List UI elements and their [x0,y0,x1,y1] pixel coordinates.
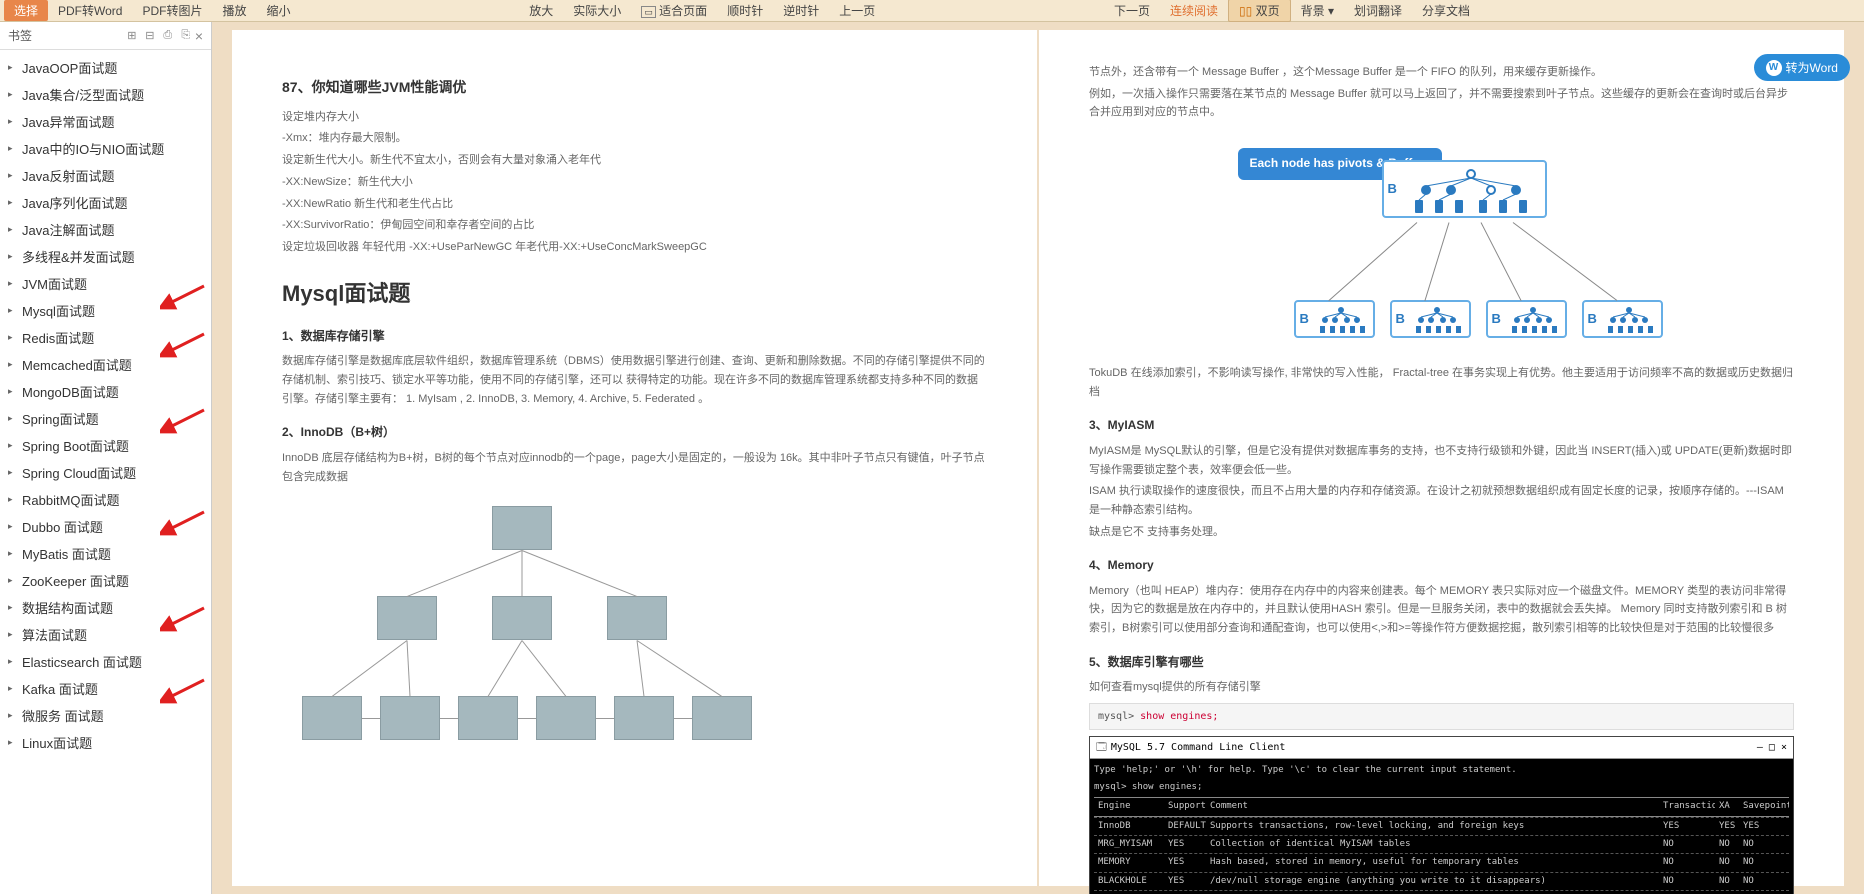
bookmark-item[interactable]: ▸Redis面试题 [0,324,211,351]
bookmark-item[interactable]: ▸微服务 面试题 [0,702,211,729]
tb-cw[interactable]: 顺时针 [717,0,773,21]
term-cmd: mysql> show engines; [1094,780,1789,795]
bookmark-item[interactable]: ▸Spring Cloud面试题 [0,459,211,486]
bookmark-item[interactable]: ▸Java注解面试题 [0,216,211,243]
tb-shrink[interactable]: 缩小 [257,0,301,21]
q3-p2: ISAM 执行读取操作的速度很快，而且不占用大量的内存和存储资源。在设计之初就预… [1089,482,1794,519]
bookmark-item[interactable]: ▸Java中的IO与NIO面试题 [0,135,211,162]
heading-mysql: Mysql面试题 [282,275,987,312]
bookmark-item[interactable]: ▸ZooKeeper 面试题 [0,567,211,594]
tb-ccw[interactable]: 逆时针 [773,0,829,21]
sidebar-header: 书签 ⊞ ⊟ ⎙ ⎘ × [0,22,211,50]
jvm-line: -XX:NewSize：新生代大小 [282,173,987,192]
close-icon[interactable]: × [195,28,203,44]
bookmark-item[interactable]: ▸Linux面试题 [0,729,211,756]
jvm-line: 设定新生代大小。新生代不宜太小，否则会有大量对象涌入老年代 [282,151,987,170]
tb-actual[interactable]: 实际大小 [563,0,631,21]
q4-text: Memory（也叫 HEAP）堆内存：使用存在内存中的内容来创建表。每个 MEM… [1089,582,1794,638]
terminal: 🗔 MySQL 5.7 Command Line Client— □ × Typ… [1089,736,1794,894]
jvm-line: -XX:NewRatio 新生代和老生代占比 [282,195,987,214]
bookmark-item[interactable]: ▸Java反射面试题 [0,162,211,189]
tb-enlarge[interactable]: 放大 [519,0,563,21]
convert-word-button[interactable]: 转为Word [1754,54,1850,81]
bookmark-item[interactable]: ▸Kafka 面试题 [0,675,211,702]
sidebar: 书签 ⊞ ⊟ ⎙ ⎘ × ▸JavaOOP面试题▸Java集合/泛型面试题▸Ja… [0,22,212,894]
bookmark-item[interactable]: ▸JavaOOP面试题 [0,54,211,81]
bookmark-item[interactable]: ▸RabbitMQ面试题 [0,486,211,513]
q2-text: InnoDB 底层存储结构为B+树，B树的每个节点对应innodb的一个page… [282,449,987,486]
toku-text: TokuDB 在线添加索引，不影响读写操作, 非常快的写入性能， Fractal… [1089,364,1794,401]
q1-title: 1、数据库存储引擎 [282,326,987,346]
q5-title: 5、数据库引擎有哪些 [1089,652,1794,672]
q2-title: 2、InnoDB（B+树） [282,422,987,442]
page-right: 节点外，还含带有一个 Message Buffer ，这个Message Buf… [1039,30,1844,886]
sidebar-title: 书签 [8,27,123,44]
q5-sub: 如何查看mysql提供的所有存储引擎 [1089,678,1794,697]
q1-text: 数据库存储引擎是数据库底层软件组织，数据库管理系统（DBMS）使用数据引擎进行创… [282,352,987,408]
bookmark-add-icon[interactable]: ⎙ [159,29,177,42]
jvm-line: -Xmx：堆内存最大限制。 [282,129,987,148]
btree-diagram [282,506,987,746]
tb-prev[interactable]: 上一页 [829,0,885,21]
bookmark-opt-icon[interactable]: ⎘ [177,29,195,42]
bookmark-item[interactable]: ▸Spring Boot面试题 [0,432,211,459]
page-left: 87、你知道哪些JVM性能调优 设定堆内存大小 -Xmx：堆内存最大限制。设定新生… [232,30,1037,886]
tb-contread[interactable]: 连续阅读 [1160,0,1228,21]
tb-dict[interactable]: 划词翻译 [1344,0,1412,21]
p2-top2: 例如，一次插入操作只需要落在某节点的 Message Buffer 就可以马上返… [1089,85,1794,122]
bookmark-item[interactable]: ▸数据结构面试题 [0,594,211,621]
bookmark-item[interactable]: ▸算法面试题 [0,621,211,648]
bookmark-item[interactable]: ▸JVM面试题 [0,270,211,297]
bookmark-item[interactable]: ▸Dubbo 面试题 [0,513,211,540]
jvm-line: 设定堆内存大小 [282,108,987,127]
pages-area: 转为Word 87、你知道哪些JVM性能调优 设定堆内存大小 -Xmx：堆内存最大… [212,22,1864,894]
bookmark-item[interactable]: ▸Mysql面试题 [0,297,211,324]
tb-next[interactable]: 下一页 [1104,0,1160,21]
q4-title: 4、Memory [1089,555,1794,575]
bookmark-item[interactable]: ▸MongoDB面试题 [0,378,211,405]
expand-all-icon[interactable]: ⊟ [141,29,159,42]
bookmark-item[interactable]: ▸Java集合/泛型面试题 [0,81,211,108]
q3-p1: MyIASM是 MySQL默认的引擎，但是它没有提供对数据库事务的支持，也不支持… [1089,442,1794,479]
bookmark-item[interactable]: ▸MyBatis 面试题 [0,540,211,567]
bookmark-item[interactable]: ▸Java序列化面试题 [0,189,211,216]
q3-title: 3、MyIASM [1089,415,1794,435]
jvm-line: 设定垃圾回收器 年轻代用 -XX:+UseParNewGC 年老代用-XX:+U… [282,238,987,257]
bookmark-item[interactable]: ▸多线程&并发面试题 [0,243,211,270]
term-help: Type 'help;' or '\h' for help. Type '\c'… [1094,763,1789,778]
collapse-all-icon[interactable]: ⊞ [123,29,141,42]
mysql-cmd: mysql> show engines; [1089,703,1794,730]
tb-fitpage[interactable]: ▭ 适合页面 [631,0,717,21]
bookmarks-list: ▸JavaOOP面试题▸Java集合/泛型面试题▸Java异常面试题▸Java中… [0,50,211,894]
bookmark-item[interactable]: ▸Elasticsearch 面试题 [0,648,211,675]
fractal-diagram: Each node has pivots & Buffers BBBBB [1222,130,1662,350]
bookmark-item[interactable]: ▸Java异常面试题 [0,108,211,135]
tb-select[interactable]: 选择 [4,0,48,21]
jvm-line: -XX:SurvivorRatio：伊甸园空间和幸存者空间的占比 [282,216,987,235]
p2-top1: 节点外，还含带有一个 Message Buffer ，这个Message Buf… [1089,63,1794,82]
q3-p3: 缺点是它不 支持事务处理。 [1089,523,1794,542]
tb-share[interactable]: 分享文档 [1412,0,1480,21]
tb-pdf2img[interactable]: PDF转图片 [132,0,212,21]
bookmark-item[interactable]: ▸Memcached面试题 [0,351,211,378]
heading-87: 87、你知道哪些JVM性能调优 [282,76,987,100]
terminal-title: 🗔 MySQL 5.7 Command Line Client— □ × [1090,737,1793,759]
toolbar: 选择 PDF转Word PDF转图片 播放 缩小 放大 实际大小 ▭ 适合页面 … [0,0,1864,22]
tb-play[interactable]: 播放 [213,0,257,21]
tb-double[interactable]: ▯▯ 双页 [1228,0,1291,22]
bookmark-item[interactable]: ▸Spring面试题 [0,405,211,432]
tb-pdf2word[interactable]: PDF转Word [48,0,132,21]
tb-bg[interactable]: 背景 ▾ [1291,0,1344,21]
